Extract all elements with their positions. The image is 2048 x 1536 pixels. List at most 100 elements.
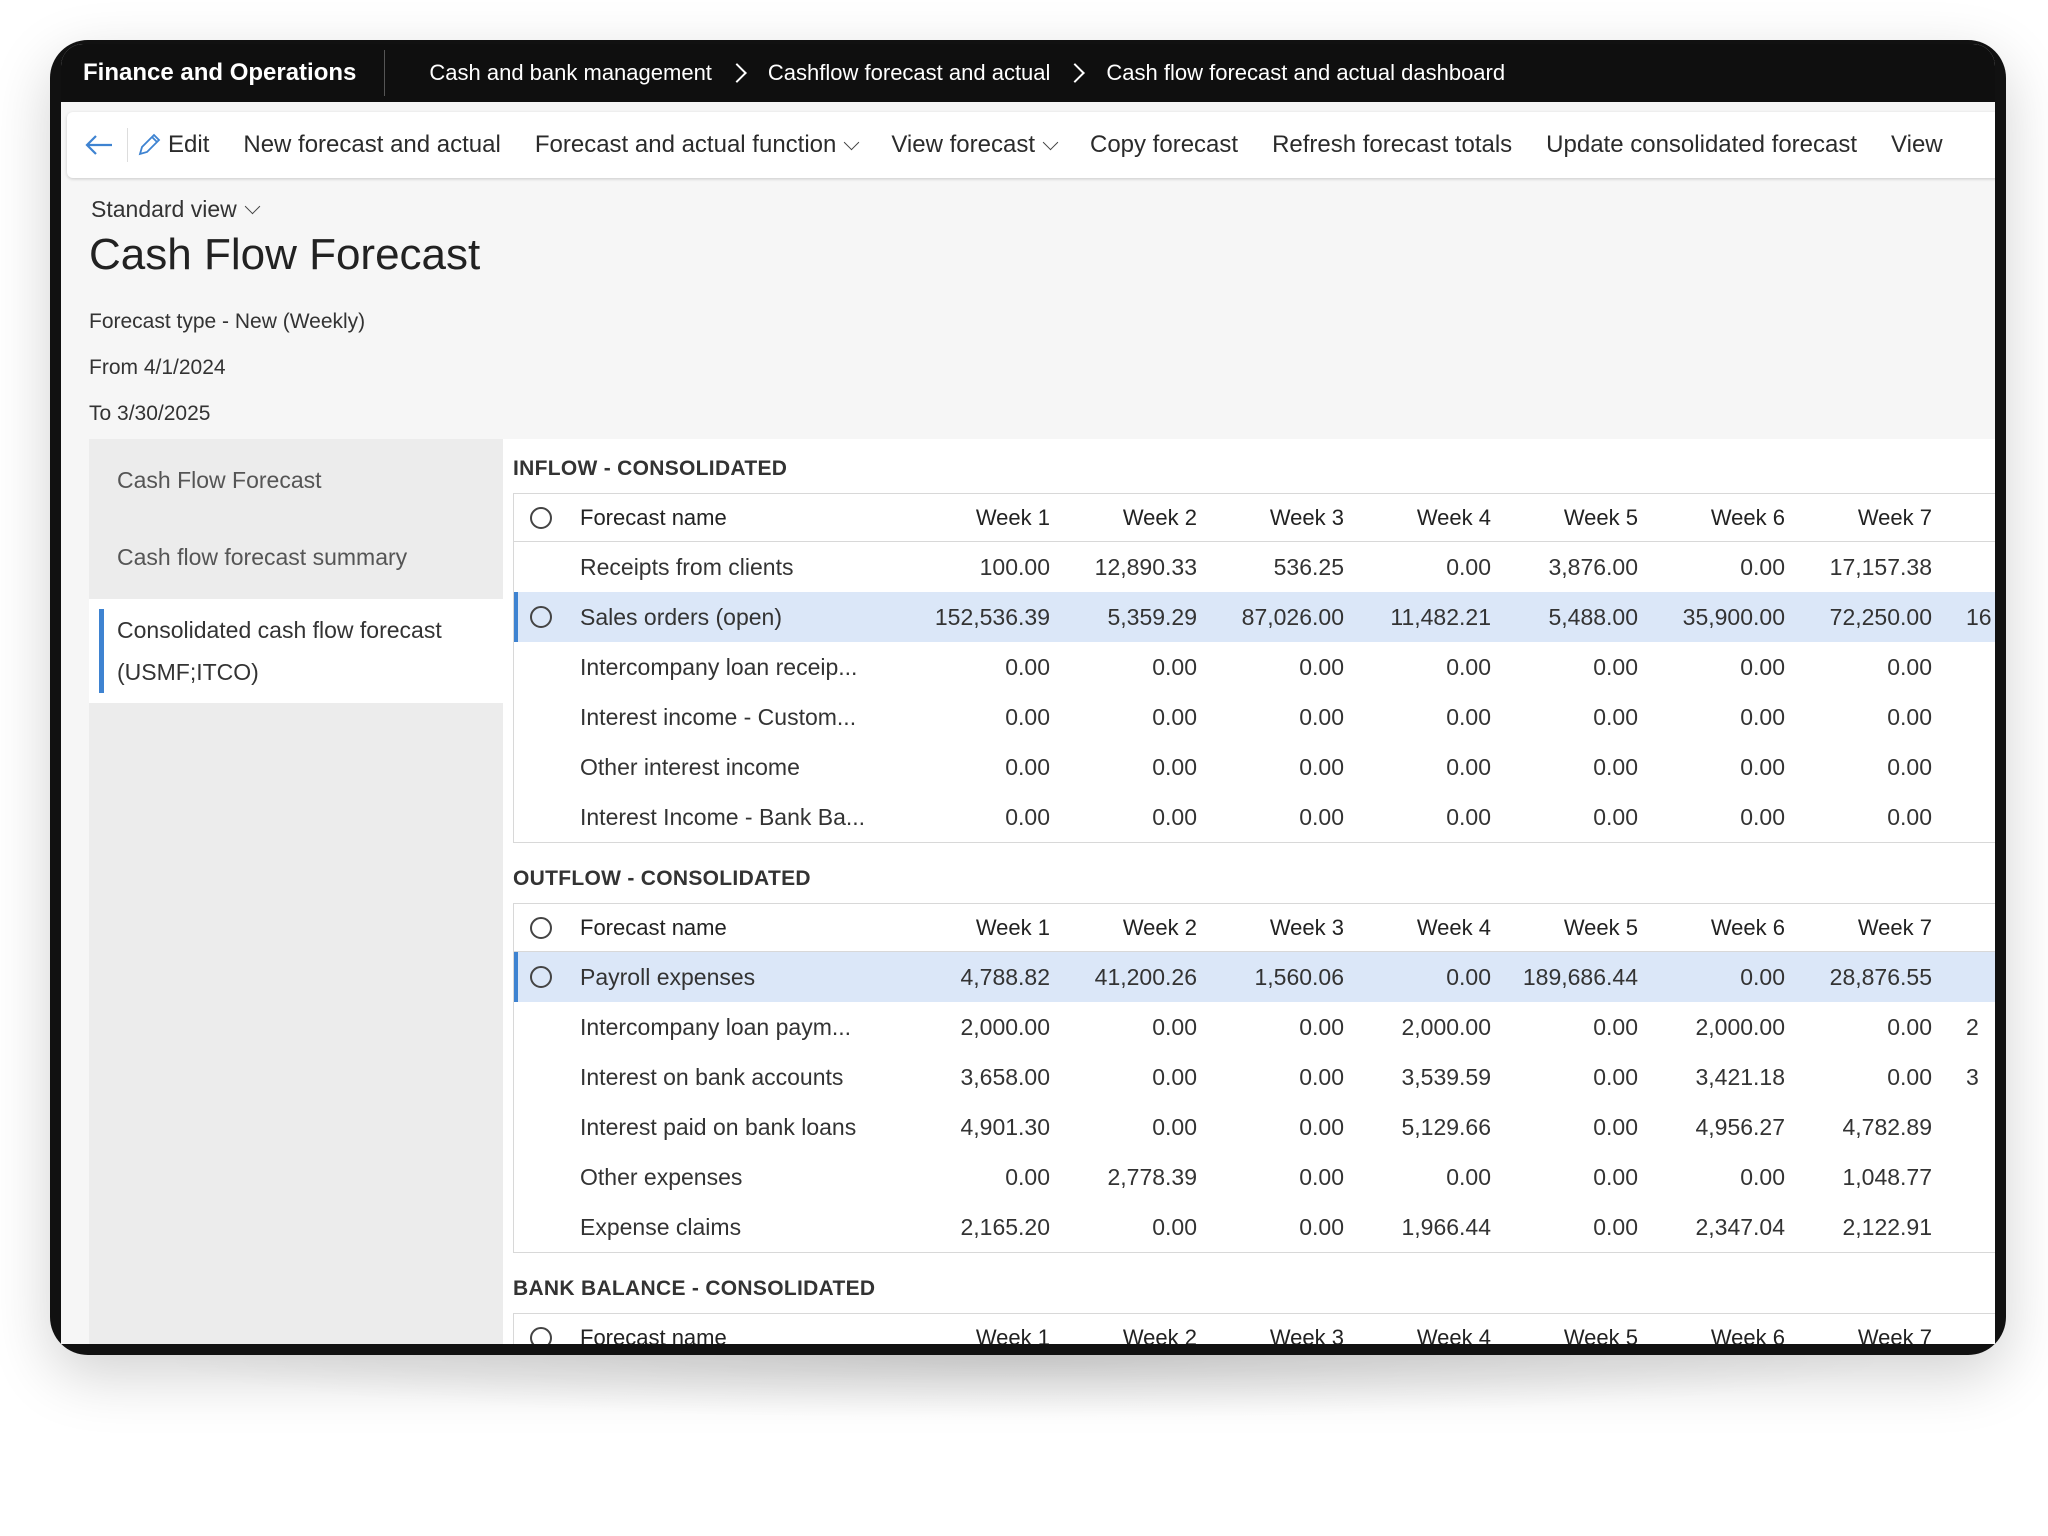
week-6-cell[interactable]: 0.00 <box>1645 804 1785 831</box>
week-3-cell[interactable]: 0.00 <box>1204 1214 1344 1241</box>
week-1-cell[interactable]: 0.00 <box>910 754 1050 781</box>
week-6-cell[interactable]: 0.00 <box>1645 704 1785 731</box>
col-forecast-name[interactable]: Forecast name <box>580 915 870 941</box>
week-2-cell[interactable]: 12,890.33 <box>1057 554 1197 581</box>
new-forecast-button[interactable]: New forecast and actual <box>243 131 500 159</box>
week-7-cell[interactable]: 17,157.38 <box>1792 554 1932 581</box>
breadcrumb-dashboard[interactable]: Cash flow forecast and actual dashboard <box>1106 60 1505 86</box>
week-1-cell[interactable]: 0.00 <box>910 804 1050 831</box>
col-week-2[interactable]: Week 2 <box>1057 505 1197 531</box>
week-2-cell[interactable]: 0.00 <box>1057 1114 1197 1141</box>
week-7-cell[interactable]: 0.00 <box>1792 654 1932 681</box>
select-all-radio[interactable] <box>530 916 552 939</box>
week-1-cell[interactable]: 0.00 <box>910 704 1050 731</box>
forecast-name-cell[interactable]: Sales orders (open) <box>580 604 870 631</box>
forecast-name-cell[interactable]: Receipts from clients <box>580 554 870 581</box>
col-week-5[interactable]: Week 5 <box>1498 1325 1638 1345</box>
week-5-cell[interactable]: 0.00 <box>1498 654 1638 681</box>
forecast-name-cell[interactable]: Expense claims <box>580 1214 870 1241</box>
table-row[interactable]: Interest on bank accounts 3,658.00 0.00 0.0… <box>514 1052 1995 1102</box>
week-5-cell[interactable]: 3,876.00 <box>1498 554 1638 581</box>
week-8-cell[interactable]: 2 <box>1966 1014 1979 1041</box>
week-7-cell[interactable]: 0.00 <box>1792 1064 1932 1091</box>
col-week-3[interactable]: Week 3 <box>1204 1325 1344 1345</box>
col-week-1[interactable]: Week 1 <box>910 1325 1050 1345</box>
table-row[interactable]: Other interest income 0.00 0.00 0.00 0.00 0.0… <box>514 742 1995 792</box>
week-6-cell[interactable]: 0.00 <box>1645 554 1785 581</box>
col-week-7[interactable]: Week 7 <box>1792 1325 1932 1345</box>
week-3-cell[interactable]: 0.00 <box>1204 1114 1344 1141</box>
forecast-name-cell[interactable]: Payroll expenses <box>580 964 870 991</box>
table-row[interactable]: Interest paid on bank loans 4,901.30 0.00 0… <box>514 1102 1995 1152</box>
table-row[interactable]: Intercompany loan paym... 2,000.00 0.00 0.0… <box>514 1002 1995 1052</box>
table-row[interactable]: Expense claims 2,165.20 0.00 0.00 1,966.44 0.… <box>514 1202 1995 1252</box>
col-week-4[interactable]: Week 4 <box>1351 915 1491 941</box>
table-row[interactable]: Payroll expenses 4,788.82 41,200.26 1,560.0… <box>514 952 1995 1002</box>
week-3-cell[interactable]: 0.00 <box>1204 804 1344 831</box>
col-week-3[interactable]: Week 3 <box>1204 915 1344 941</box>
week-7-cell[interactable]: 72,250.00 <box>1792 604 1932 631</box>
week-2-cell[interactable]: 0.00 <box>1057 1064 1197 1091</box>
col-forecast-name[interactable]: Forecast name <box>580 1325 870 1345</box>
week-3-cell[interactable]: 87,026.00 <box>1204 604 1344 631</box>
col-week-4[interactable]: Week 4 <box>1351 1325 1491 1345</box>
week-5-cell[interactable]: 0.00 <box>1498 1164 1638 1191</box>
week-3-cell[interactable]: 0.00 <box>1204 704 1344 731</box>
col-week-7[interactable]: Week 7 <box>1792 915 1932 941</box>
week-4-cell[interactable]: 11,482.21 <box>1351 604 1491 631</box>
week-6-cell[interactable]: 0.00 <box>1645 964 1785 991</box>
col-week-5[interactable]: Week 5 <box>1498 505 1638 531</box>
col-week-6[interactable]: Week 6 <box>1645 505 1785 531</box>
week-5-cell[interactable]: 0.00 <box>1498 1064 1638 1091</box>
forecast-name-cell[interactable]: Intercompany loan receip... <box>580 654 870 681</box>
week-1-cell[interactable]: 3,658.00 <box>910 1064 1050 1091</box>
week-1-cell[interactable]: 0.00 <box>910 654 1050 681</box>
week-1-cell[interactable]: 4,788.82 <box>910 964 1050 991</box>
week-6-cell[interactable]: 0.00 <box>1645 654 1785 681</box>
week-1-cell[interactable]: 0.00 <box>910 1164 1050 1191</box>
week-7-cell[interactable]: 0.00 <box>1792 704 1932 731</box>
week-3-cell[interactable]: 0.00 <box>1204 754 1344 781</box>
view-more-button[interactable]: View <box>1891 131 1943 159</box>
col-week-6[interactable]: Week 6 <box>1645 1325 1785 1345</box>
week-2-cell[interactable]: 0.00 <box>1057 804 1197 831</box>
week-2-cell[interactable]: 5,359.29 <box>1057 604 1197 631</box>
week-3-cell[interactable]: 0.00 <box>1204 1014 1344 1041</box>
col-week-3[interactable]: Week 3 <box>1204 505 1344 531</box>
forecast-name-cell[interactable]: Interest Income - Bank Ba... <box>580 804 870 831</box>
week-4-cell[interactable]: 1,966.44 <box>1351 1214 1491 1241</box>
col-week-6[interactable]: Week 6 <box>1645 915 1785 941</box>
week-3-cell[interactable]: 536.25 <box>1204 554 1344 581</box>
col-week-2[interactable]: Week 2 <box>1057 915 1197 941</box>
view-selector[interactable]: Standard view <box>91 196 261 223</box>
col-week-7[interactable]: Week 7 <box>1792 505 1932 531</box>
nav-item-forecast-summary[interactable]: Cash flow forecast summary <box>89 544 503 571</box>
col-week-1[interactable]: Week 1 <box>910 915 1050 941</box>
forecast-name-cell[interactable]: Interest income - Custom... <box>580 704 870 731</box>
week-5-cell[interactable]: 0.00 <box>1498 1014 1638 1041</box>
week-1-cell[interactable]: 4,901.30 <box>910 1114 1050 1141</box>
forecast-name-cell[interactable]: Interest paid on bank loans <box>580 1114 870 1141</box>
week-8-cell[interactable]: 16 <box>1966 604 1992 631</box>
select-all-radio[interactable] <box>530 1326 552 1344</box>
col-forecast-name[interactable]: Forecast name <box>580 505 870 531</box>
week-7-cell[interactable]: 0.00 <box>1792 804 1932 831</box>
week-7-cell[interactable]: 0.00 <box>1792 1014 1932 1041</box>
breadcrumb-cash-bank[interactable]: Cash and bank management <box>429 60 712 86</box>
forecast-name-cell[interactable]: Interest on bank accounts <box>580 1064 870 1091</box>
table-row[interactable]: Intercompany loan receip... 0.00 0.00 0.00 0… <box>514 642 1995 692</box>
nav-item-consolidated[interactable]: Consolidated cash flow forecast (USMF;IT… <box>89 599 503 703</box>
week-2-cell[interactable]: 0.00 <box>1057 704 1197 731</box>
col-week-4[interactable]: Week 4 <box>1351 505 1491 531</box>
forecast-name-cell[interactable]: Other expenses <box>580 1164 870 1191</box>
week-6-cell[interactable]: 0.00 <box>1645 1164 1785 1191</box>
week-4-cell[interactable]: 0.00 <box>1351 654 1491 681</box>
week-5-cell[interactable]: 0.00 <box>1498 1114 1638 1141</box>
week-7-cell[interactable]: 2,122.91 <box>1792 1214 1932 1241</box>
week-7-cell[interactable]: 28,876.55 <box>1792 964 1932 991</box>
week-5-cell[interactable]: 0.00 <box>1498 1214 1638 1241</box>
week-1-cell[interactable]: 152,536.39 <box>910 604 1050 631</box>
week-6-cell[interactable]: 4,956.27 <box>1645 1114 1785 1141</box>
week-5-cell[interactable]: 0.00 <box>1498 804 1638 831</box>
app-title[interactable]: Finance and Operations <box>61 50 386 96</box>
